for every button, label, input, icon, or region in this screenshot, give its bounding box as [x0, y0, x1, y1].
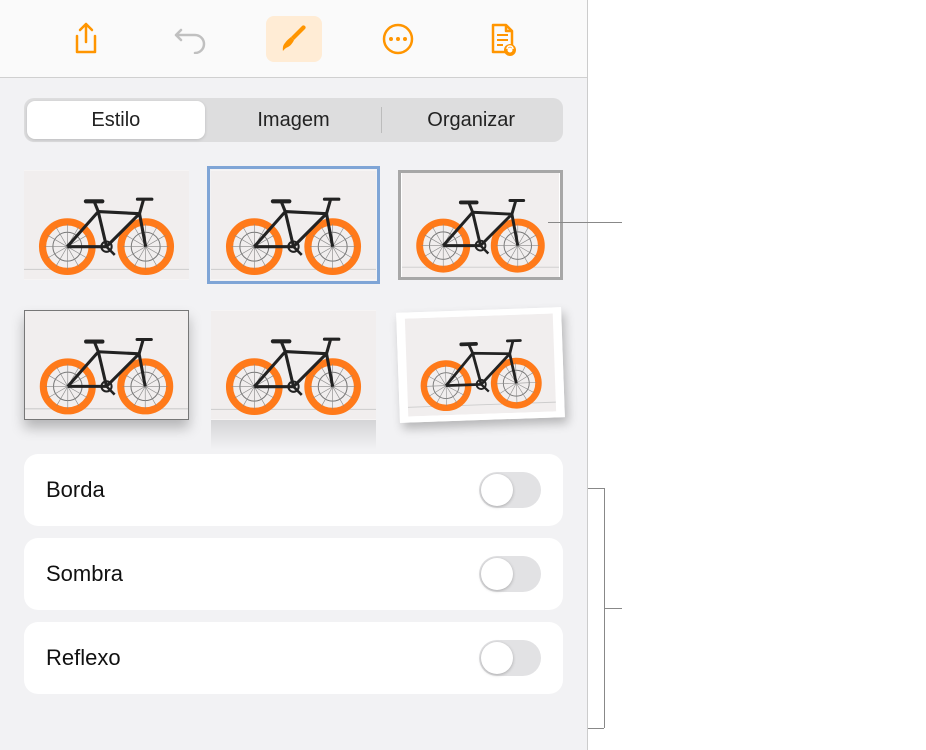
toolbar: [0, 0, 587, 78]
share-button[interactable]: [58, 16, 114, 62]
callout-line-options-bot: [588, 728, 604, 729]
tab-estilo[interactable]: Estilo: [27, 101, 205, 139]
callout-line-options-top: [588, 488, 604, 489]
tab-label: Estilo: [91, 109, 140, 132]
bicycle-icon: [401, 173, 560, 277]
style-thumb-gray-border[interactable]: [398, 170, 563, 280]
style-thumb-tilted-frame[interactable]: [398, 310, 563, 420]
option-sombra-row: Sombra: [24, 538, 563, 610]
style-thumbnails: [24, 170, 563, 420]
style-thumb-selected-border[interactable]: [211, 170, 376, 280]
inspector-tabs: Estilo Imagem Organizar: [24, 98, 563, 142]
tab-label: Organizar: [427, 109, 515, 132]
undo-button[interactable]: [162, 16, 218, 62]
bicycle-icon: [24, 170, 189, 280]
bicycle-icon: [211, 170, 376, 280]
option-label: Reflexo: [46, 645, 121, 671]
inspector-body: Estilo Imagem Organizar: [0, 78, 587, 714]
bicycle-icon: [402, 313, 558, 416]
style-thumb-thin-border[interactable]: [24, 310, 189, 420]
more-button[interactable]: [370, 16, 426, 62]
format-brush-button[interactable]: [266, 16, 322, 62]
style-thumb-plain[interactable]: [24, 170, 189, 280]
option-reflexo-row: Reflexo: [24, 622, 563, 694]
toggle-knob: [481, 642, 513, 674]
option-borda-row: Borda: [24, 454, 563, 526]
callout-line-thumb: [548, 222, 622, 223]
style-options: Borda Sombra Reflexo: [24, 454, 563, 694]
toggle-sombra[interactable]: [479, 556, 541, 592]
callout-line-options-out: [604, 608, 622, 609]
toggle-reflexo[interactable]: [479, 640, 541, 676]
tab-imagem[interactable]: Imagem: [205, 101, 383, 139]
tab-label: Imagem: [257, 109, 329, 132]
option-label: Borda: [46, 477, 105, 503]
format-inspector-panel: Estilo Imagem Organizar: [0, 0, 588, 750]
toggle-borda[interactable]: [479, 472, 541, 508]
bicycle-icon: [211, 310, 376, 420]
option-label: Sombra: [46, 561, 123, 587]
bicycle-icon: [25, 311, 188, 419]
toggle-knob: [481, 474, 513, 506]
tab-organizar[interactable]: Organizar: [382, 101, 560, 139]
style-thumb-reflection[interactable]: [211, 310, 376, 420]
toggle-knob: [481, 558, 513, 590]
document-options-button[interactable]: [474, 16, 530, 62]
